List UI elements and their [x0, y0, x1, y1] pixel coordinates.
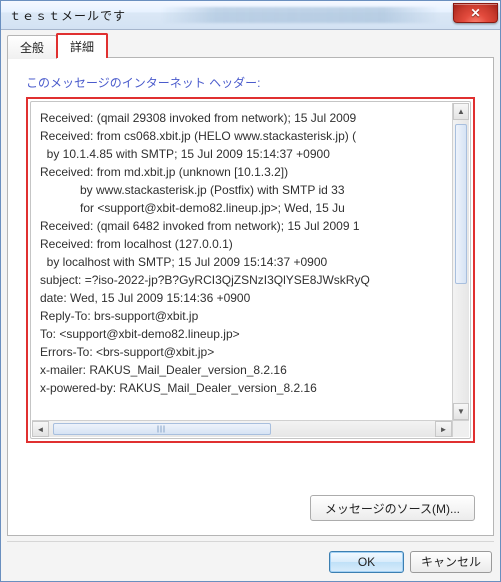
headers-textbox[interactable]: Received: (qmail 29308 invoked from netw… — [30, 101, 471, 439]
message-source-button[interactable]: メッセージのソース(M)... — [310, 495, 475, 521]
headers-label: このメッセージのインターネット ヘッダー: — [26, 74, 475, 91]
window-title: ｔｅｓｔメールです — [9, 7, 453, 24]
tab-general[interactable]: 全般 — [7, 35, 57, 59]
horizontal-scrollbar[interactable]: ◄ ► — [32, 420, 452, 437]
headers-content[interactable]: Received: (qmail 29308 invoked from netw… — [32, 103, 452, 420]
ok-button[interactable]: OK — [329, 551, 404, 573]
scroll-left-arrow-icon[interactable]: ◄ — [32, 421, 49, 437]
vscroll-thumb[interactable] — [455, 124, 467, 284]
cancel-button[interactable]: キャンセル — [410, 551, 492, 573]
tab-details[interactable]: 詳細 — [56, 33, 108, 58]
dialog-button-bar: OK キャンセル — [7, 541, 494, 575]
headers-highlight-frame: Received: (qmail 29308 invoked from netw… — [26, 97, 475, 443]
hscroll-thumb[interactable] — [53, 423, 271, 435]
tab-panel-details: このメッセージのインターネット ヘッダー: Received: (qmail 2… — [7, 57, 494, 536]
scroll-down-arrow-icon[interactable]: ▼ — [453, 403, 469, 420]
scroll-corner — [452, 420, 469, 437]
dialog-window: ｔｅｓｔメールです ✕ 全般 詳細 このメッセージのインターネット ヘッダー: … — [0, 0, 501, 582]
tab-strip: 全般 詳細 — [7, 36, 494, 58]
close-icon: ✕ — [470, 6, 480, 20]
scroll-up-arrow-icon[interactable]: ▲ — [453, 103, 469, 120]
scroll-right-arrow-icon[interactable]: ► — [435, 421, 452, 437]
close-button[interactable]: ✕ — [453, 3, 498, 23]
titlebar[interactable]: ｔｅｓｔメールです ✕ — [1, 1, 500, 30]
vscroll-track[interactable] — [453, 120, 469, 403]
thumb-grip-icon — [158, 426, 167, 433]
hscroll-track[interactable] — [49, 421, 435, 437]
client-area: 全般 詳細 このメッセージのインターネット ヘッダー: Received: (q… — [1, 30, 500, 581]
vertical-scrollbar[interactable]: ▲ ▼ — [452, 103, 469, 420]
